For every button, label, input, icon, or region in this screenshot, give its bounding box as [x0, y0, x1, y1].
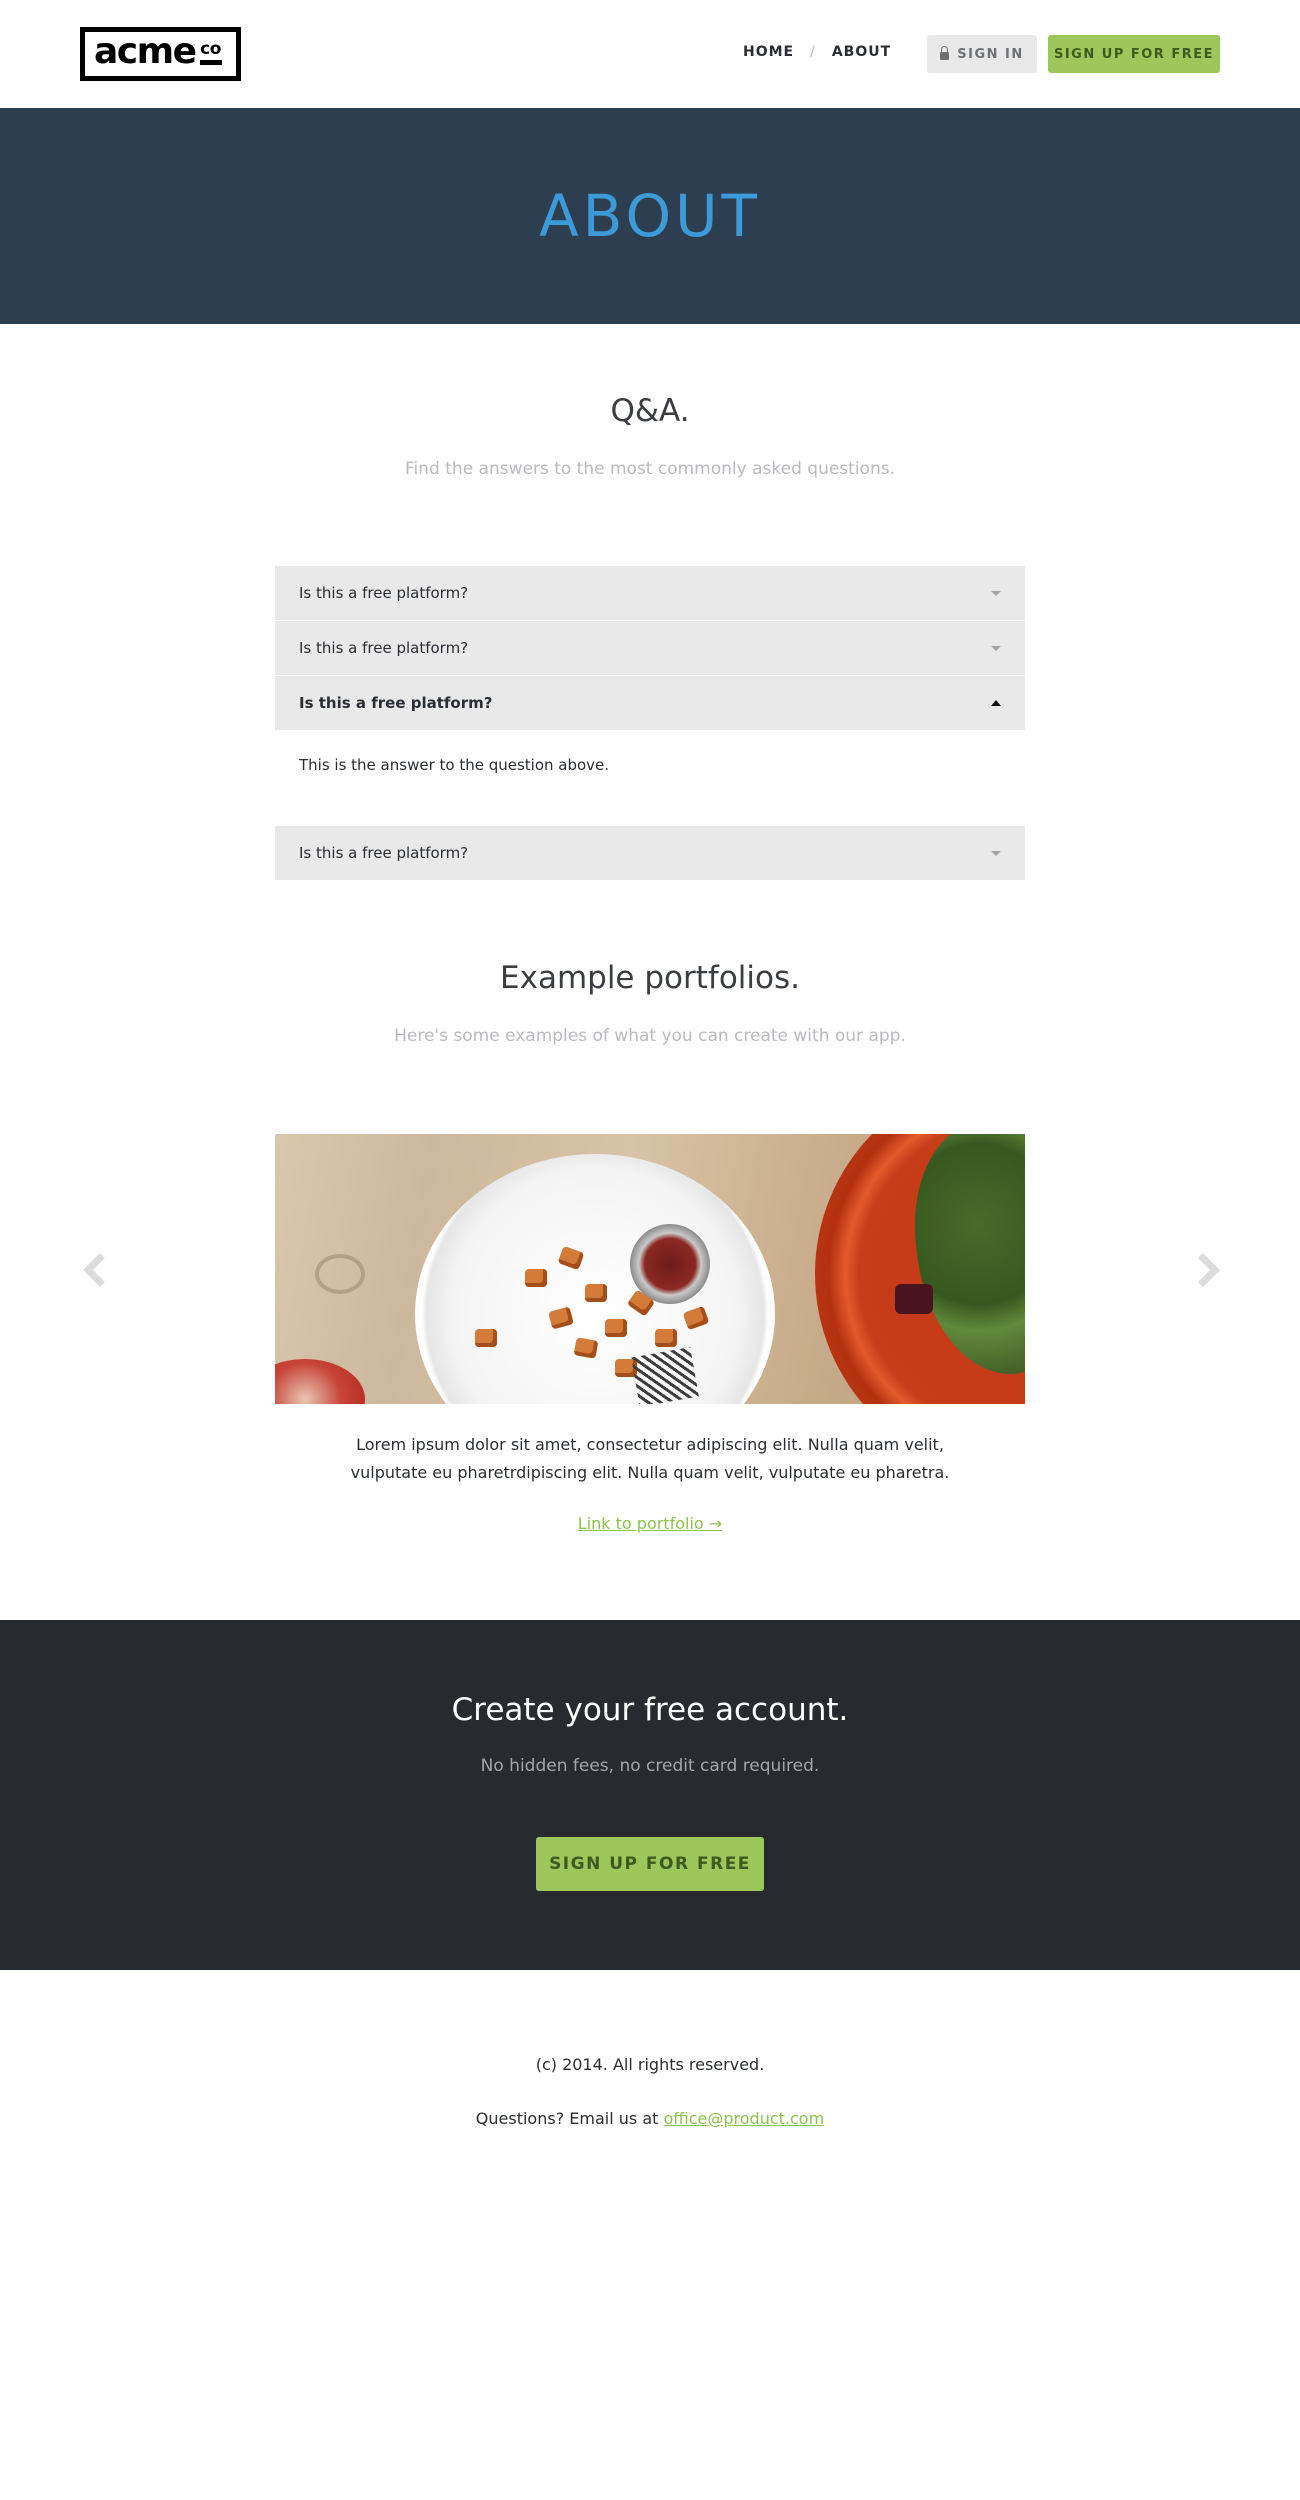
chevron-left-icon: [83, 1253, 117, 1287]
faq-accordion: Is this a free platform? Is this a free …: [275, 566, 1025, 880]
logo-wordmark: acme: [94, 31, 197, 72]
faq-item[interactable]: Is this a free platform?: [275, 621, 1025, 675]
portfolio-image: [275, 1134, 1025, 1404]
cta-title: Create your free account.: [451, 1692, 849, 1728]
chevron-down-icon: [991, 590, 1001, 596]
qa-subtitle: Find the answers to the most commonly as…: [405, 459, 895, 479]
chevron-down-icon: [991, 850, 1001, 856]
main-nav: HOME / ABOUT: [743, 44, 891, 60]
portfolio-description: Lorem ipsum dolor sit amet, consectetur …: [350, 1435, 950, 1482]
sign-in-button[interactable]: SIGN IN: [927, 35, 1037, 73]
faq-item-open[interactable]: Is this a free platform?: [275, 676, 1025, 730]
cta-sign-up-button[interactable]: SIGN UP FOR FREE: [536, 1837, 764, 1891]
qa-title: Q&A.: [610, 393, 690, 429]
portfolios-subtitle: Here's some examples of what you can cre…: [394, 1026, 906, 1046]
footer-contact: Questions? Email us at office@product.co…: [0, 2109, 1300, 2128]
chevron-up-icon: [991, 700, 1001, 706]
faq-answer: This is the answer to the question above…: [299, 756, 610, 774]
portfolio-link[interactable]: Link to portfolio →: [578, 1514, 722, 1533]
lock-icon: [940, 45, 950, 60]
faq-question: Is this a free platform?: [299, 844, 469, 862]
carousel-next-arrow[interactable]: [1186, 1250, 1221, 1290]
sign-up-button[interactable]: SIGN UP FOR FREE: [1048, 35, 1220, 73]
page-hero: ABOUT: [0, 108, 1300, 324]
faq-question: Is this a free platform?: [299, 694, 493, 712]
footer-email-link[interactable]: office@product.com: [663, 2109, 824, 2128]
logo-suffix: co: [199, 41, 222, 65]
top-navbar: acme co HOME / ABOUT SIGN IN SIGN UP FOR…: [0, 0, 1300, 108]
chevron-right-icon: [1186, 1253, 1220, 1287]
carousel-prev-arrow[interactable]: [80, 1250, 117, 1290]
faq-item[interactable]: Is this a free platform?: [275, 826, 1025, 880]
acme-logo[interactable]: acme co: [80, 27, 241, 81]
faq-question: Is this a free platform?: [299, 584, 469, 602]
faq-item[interactable]: Is this a free platform?: [275, 566, 1025, 620]
footer-email-prefix: Questions? Email us at: [475, 2109, 664, 2128]
page-title: ABOUT: [539, 182, 761, 250]
footer-copyright: (c) 2014. All rights reserved.: [535, 2055, 765, 2074]
portfolios-title: Example portfolios.: [500, 960, 800, 996]
nav-separator: /: [810, 44, 816, 60]
nav-home-link[interactable]: HOME: [743, 44, 794, 60]
cta-subtitle: No hidden fees, no credit card required.: [480, 1756, 820, 1776]
portfolio-link-wrap: Link to portfolio →: [0, 1514, 1300, 1533]
chevron-down-icon: [991, 645, 1001, 651]
nav-about-link[interactable]: ABOUT: [832, 44, 891, 60]
signup-cta-section: Create your free account. No hidden fees…: [0, 1620, 1300, 1970]
faq-question: Is this a free platform?: [299, 639, 469, 657]
sign-in-label: SIGN IN: [957, 46, 1024, 62]
